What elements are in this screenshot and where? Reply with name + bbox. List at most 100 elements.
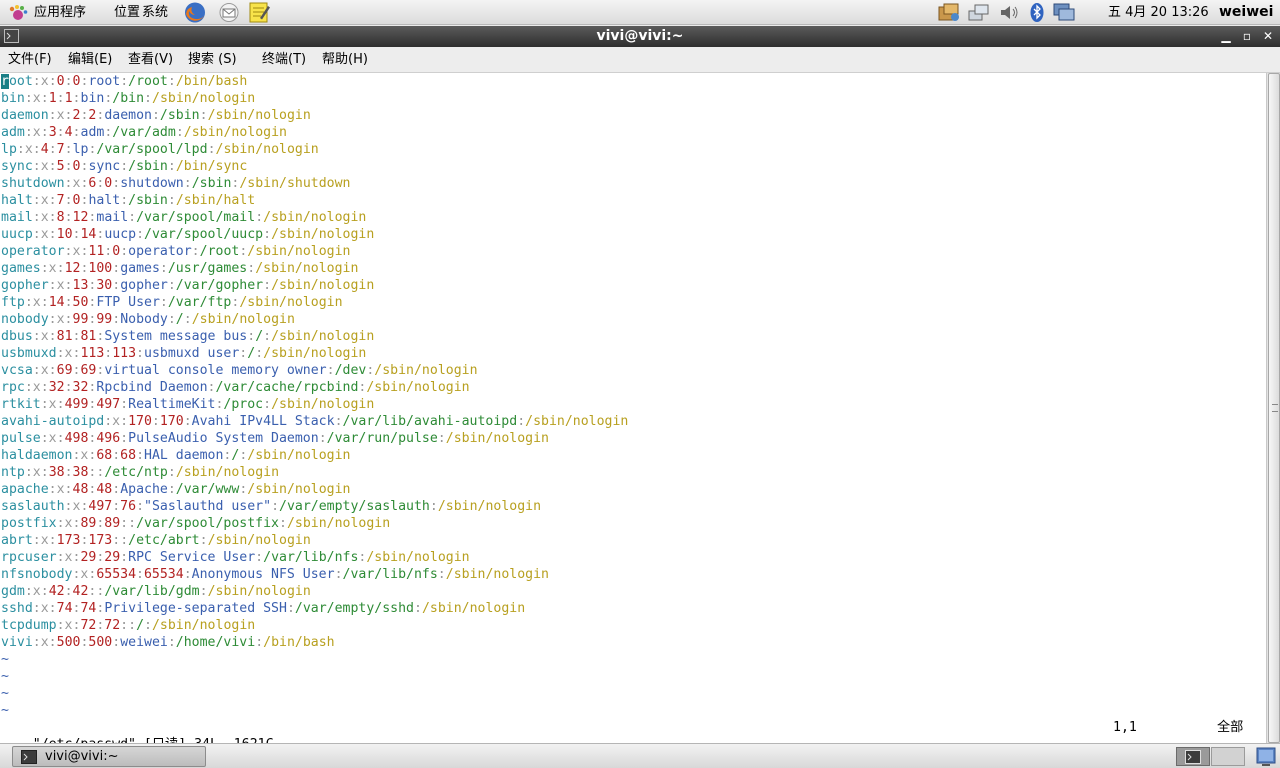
passwd-uid: 72: [80, 618, 97, 633]
passwd-home: /sbin: [191, 176, 232, 191]
passwd-line: rpc:x:32:32:Rpcbind Daemon:/var/cache/rp…: [1, 379, 1263, 396]
status-scroll-percent: 全部: [1217, 720, 1244, 735]
mail-icon[interactable]: [216, 0, 242, 25]
terminal-area[interactable]: root:x:0:0:root:/root:/bin/bash bin:x:1:1…: [0, 73, 1266, 752]
firefox-icon[interactable]: [182, 0, 208, 25]
passwd-line: rpcuser:x:29:29:RPC Service User:/var/li…: [1, 549, 1263, 566]
field-separator: :: [263, 397, 272, 412]
field-separator: :: [32, 363, 41, 378]
passwd-gid: 100: [88, 261, 113, 276]
passwd-gecos: Apache: [120, 482, 168, 497]
passwd-username: halt: [1, 193, 33, 208]
passwd-password: x: [32, 380, 41, 395]
menu-help[interactable]: 帮助(H): [322, 47, 368, 73]
text-editor-icon[interactable]: [246, 0, 272, 25]
field-separator: :: [48, 601, 57, 616]
field-separator: :: [64, 74, 73, 89]
bluetooth-icon[interactable]: [1024, 1, 1050, 24]
system-menu[interactable]: 系统: [142, 0, 168, 25]
field-separator: :: [112, 499, 121, 514]
workspace-2[interactable]: [1211, 747, 1245, 766]
scrollbar-thumb[interactable]: [1268, 73, 1280, 743]
passwd-gecos: mail: [96, 210, 129, 225]
passwd-gid: 0: [112, 244, 121, 259]
passwd-gid: 14: [80, 227, 97, 242]
volume-icon[interactable]: [996, 1, 1022, 24]
passwd-line: dbus:x:81:81:System message bus:/:/sbin/…: [1, 328, 1263, 345]
passwd-username: usbmuxd: [1, 346, 57, 361]
field-separator: :: [56, 516, 65, 531]
field-separator: :: [183, 312, 192, 327]
passwd-password: x: [32, 125, 41, 140]
passwd-shell: /sbin/nologin: [183, 125, 287, 140]
close-button[interactable]: ✕: [1259, 27, 1277, 46]
package-updater-icon[interactable]: [936, 1, 962, 24]
menu-search[interactable]: 搜索 (S): [188, 47, 237, 73]
user-menu[interactable]: weiwei: [1219, 0, 1273, 25]
field-separator: :: [247, 261, 256, 276]
field-separator: :: [56, 261, 65, 276]
passwd-uid: 68: [96, 448, 113, 463]
network-icon[interactable]: [965, 1, 991, 24]
menu-edit[interactable]: 编辑(E): [68, 47, 112, 73]
menu-view[interactable]: 查看(V): [128, 47, 173, 73]
passwd-home: /var/spool/lpd: [96, 142, 208, 157]
clock[interactable]: 五 4月 20 13:26: [1108, 0, 1209, 25]
network-manager-icon[interactable]: [1051, 1, 1077, 24]
field-separator: :: [32, 533, 41, 548]
passwd-password: x: [40, 329, 49, 344]
passwd-username: adm: [1, 125, 25, 140]
menu-terminal[interactable]: 终端(T): [262, 47, 306, 73]
passwd-shell: /sbin/nologin: [207, 584, 311, 599]
passwd-gecos: Privilege-separated SSH: [104, 601, 287, 616]
passwd-shell: /sbin/nologin: [271, 397, 375, 412]
passwd-password: x: [48, 261, 57, 276]
passwd-shell: /sbin/nologin: [271, 227, 375, 242]
passwd-line: haldaemon:x:68:68:HAL daemon:/:/sbin/nol…: [1, 447, 1263, 464]
passwd-gid: 7: [56, 142, 65, 157]
show-desktop-icon[interactable]: [1256, 746, 1276, 767]
passwd-shell: /sbin/nologin: [207, 108, 311, 123]
taskbar-window-button[interactable]: vivi@vivi:~: [12, 746, 206, 767]
passwd-shell: /sbin/halt: [175, 193, 256, 208]
passwd-uid: 173: [56, 533, 81, 548]
passwd-gecos: Avahi IPv4LL Stack: [191, 414, 335, 429]
passwd-home: /: [136, 618, 145, 633]
passwd-uid: 10: [56, 227, 73, 242]
gnome-foot-icon: [9, 4, 28, 20]
field-separator: :: [120, 244, 129, 259]
passwd-line: rtkit:x:499:497:RealtimeKit:/proc:/sbin/…: [1, 396, 1263, 413]
passwd-home: /var/www: [175, 482, 240, 497]
passwd-username: haldaemon: [1, 448, 73, 463]
passwd-shell: /sbin/nologin: [366, 380, 470, 395]
applications-menu[interactable]: 应用程序: [8, 0, 113, 25]
passwd-gid: 50: [72, 295, 89, 310]
passwd-shell: /sbin/nologin: [152, 91, 256, 106]
field-separator: :: [40, 431, 49, 446]
passwd-username: vivi: [1, 635, 33, 650]
passwd-shell: /sbin/nologin: [255, 261, 359, 276]
field-separator: :: [429, 499, 438, 514]
field-separator: :: [56, 550, 65, 565]
passwd-gid: 74: [80, 601, 97, 616]
passwd-gecos: games: [120, 261, 160, 276]
maximize-button[interactable]: ▫: [1238, 27, 1256, 46]
passwd-gid: 68: [120, 448, 137, 463]
passwd-gid: 0: [72, 74, 81, 89]
window-titlebar[interactable]: vivi@vivi:~ ▁ ▫ ✕: [0, 26, 1280, 47]
field-separator: :: [136, 346, 144, 361]
empty-line-tilde: ~: [1, 652, 9, 667]
field-separator: :: [24, 125, 33, 140]
scrollbar-grip: [1272, 404, 1278, 412]
minimize-button[interactable]: ▁: [1217, 27, 1235, 46]
passwd-gid: 76: [120, 499, 137, 514]
workspace-1[interactable]: [1176, 747, 1210, 766]
passwd-password: x: [56, 482, 65, 497]
passwd-gid: 48: [96, 482, 113, 497]
passwd-username: tcpdump: [1, 618, 57, 633]
menu-file[interactable]: 文件(F): [8, 47, 52, 73]
terminal-scrollbar[interactable]: [1266, 73, 1280, 743]
field-separator: :: [40, 295, 49, 310]
places-menu[interactable]: 位置: [114, 0, 140, 25]
field-separator: :: [48, 159, 57, 174]
